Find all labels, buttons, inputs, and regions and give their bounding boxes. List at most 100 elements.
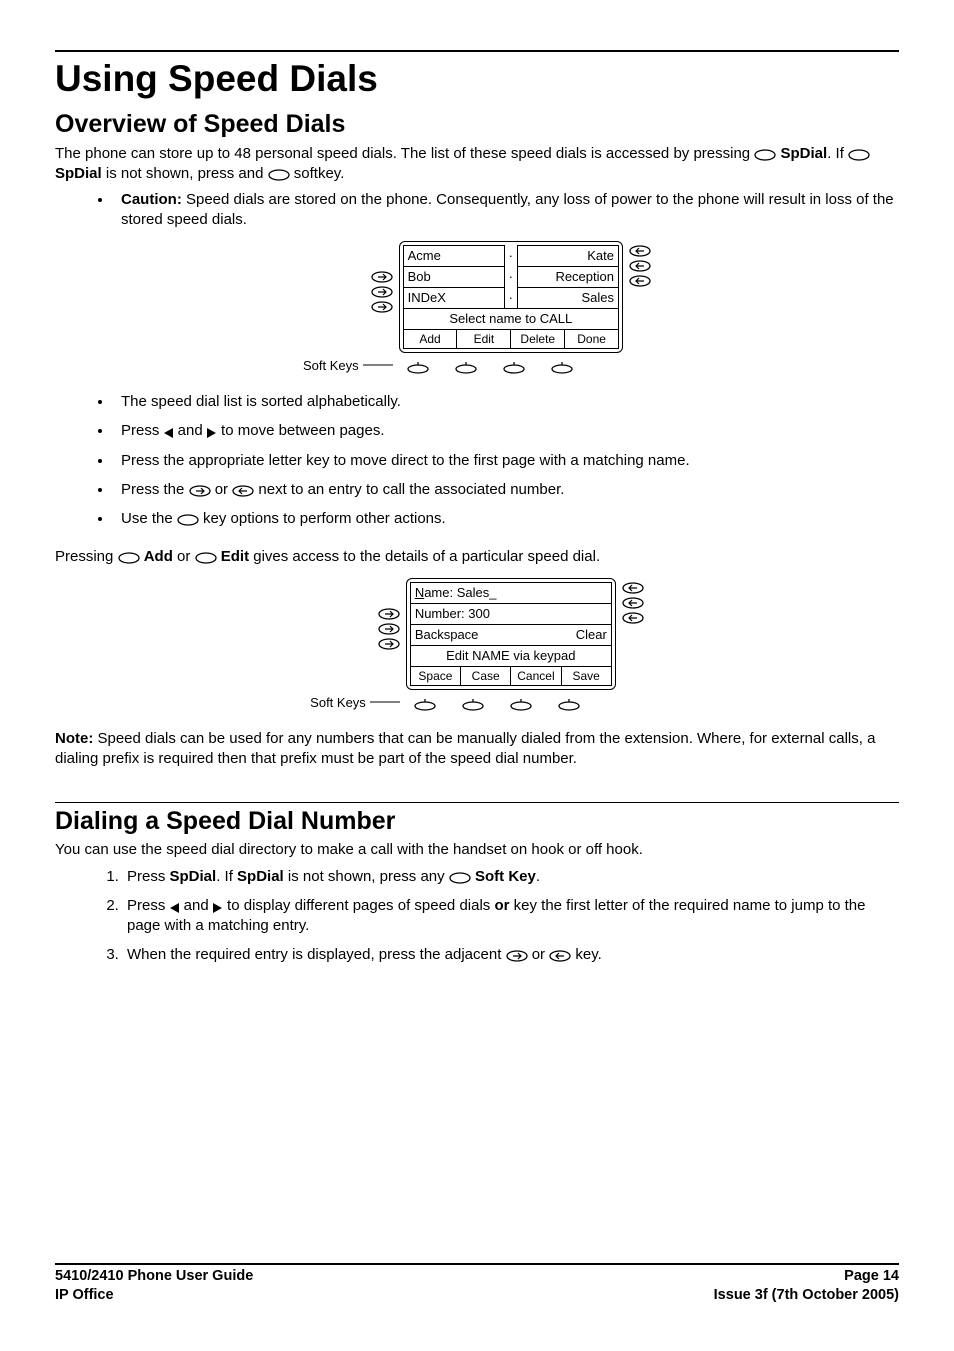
lcd-prompt: Select name to CALL (403, 308, 618, 329)
lcd-entry: Reception (517, 266, 618, 287)
footer-product-name: IP Office (55, 1286, 114, 1306)
footer-page-number: Page 14 (844, 1267, 899, 1287)
page-title: Using Speed Dials (55, 54, 899, 104)
pill-left-icon (629, 275, 651, 287)
footer-issue: Issue 3f (7th October 2005) (714, 1286, 899, 1306)
pill-oval-icon (177, 514, 199, 526)
spdial-label: SpDial (781, 145, 828, 162)
softkey-icon (510, 698, 532, 711)
caution-bullet: Caution: Speed dials are stored on the p… (113, 190, 899, 231)
lcd-softkey: Done (565, 330, 618, 348)
arrow-right-icon (213, 903, 223, 913)
pill-left-icon (629, 260, 651, 272)
pill-oval-icon (195, 552, 217, 564)
softkeys-label: Soft Keys (310, 694, 366, 712)
pill-left-icon (622, 612, 644, 624)
overview-bullet: Press and to move between pages. (113, 421, 899, 441)
softkey-icon (462, 698, 484, 711)
lcd-entry: Bob (403, 266, 504, 287)
pill-right-icon (378, 623, 400, 635)
text: gives access to the details of a particu… (249, 548, 600, 565)
pill-right-icon (189, 485, 211, 497)
page-footer: 5410/2410 Phone User Guide Page 14 IP Off… (55, 1263, 899, 1306)
intro-text: . If (827, 145, 848, 162)
lcd-softkey: Case (461, 667, 511, 685)
pill-right-icon (371, 271, 393, 283)
pill-oval-icon (118, 552, 140, 564)
lcd-entry: Sales (517, 287, 618, 308)
pill-left-icon (622, 582, 644, 594)
overview-bullet: Press the appropriate letter key to move… (113, 451, 899, 471)
softkeys-label: Soft Keys (303, 357, 359, 375)
softkey-icon (455, 361, 477, 374)
text: Pressing (55, 548, 118, 565)
note-label: Note: (55, 730, 93, 747)
arrow-left-icon (164, 428, 174, 438)
pill-right-icon (378, 608, 400, 620)
lcd-entry: Number: 300 (410, 603, 611, 624)
note-paragraph: Note: Speed dials can be used for any nu… (55, 729, 899, 770)
caution-label: Caution: (121, 191, 182, 208)
leader-line (370, 698, 400, 706)
pill-oval-icon (449, 872, 471, 884)
pill-right-icon (371, 286, 393, 298)
lcd-entry: Backspace (415, 626, 479, 644)
dialing-steps: Press SpDial. If SpDial is not shown, pr… (55, 867, 899, 966)
add-edit-intro: Pressing Add or Edit gives access to the… (55, 547, 899, 567)
lcd-softkey: Edit (457, 330, 511, 348)
arrow-right-icon (207, 428, 217, 438)
lcd-screen: Acme·Kate Bob·Reception INDeX·Sales Sele… (403, 245, 619, 349)
pill-oval-icon (268, 169, 290, 181)
dialing-step: Press and to display different pages of … (123, 896, 899, 937)
lcd-softkey: Cancel (511, 667, 561, 685)
intro-text: The phone can store up to 48 personal sp… (55, 145, 754, 162)
section-overview-heading: Overview of Speed Dials (55, 108, 899, 142)
lcd-screen: Name: Sales_ Number: 300 BackspaceClear … (410, 582, 612, 686)
footer-guide-name: 5410/2410 Phone User Guide (55, 1267, 253, 1287)
lcd-softkey: Space (411, 667, 461, 685)
edit-label: Edit (221, 548, 249, 565)
intro-text: is not shown, press and (102, 165, 268, 182)
overview-intro: The phone can store up to 48 personal sp… (55, 144, 899, 185)
speed-dial-list-diagram: Soft Keys Acme·Kate Bob·Reception INDeX·… (55, 241, 899, 374)
lcd-entry: Clear (576, 626, 607, 644)
softkey-icon (407, 361, 429, 374)
lcd-prompt: Edit NAME via keypad (410, 645, 611, 666)
leader-line (363, 361, 393, 369)
overview-bullet: Press the or next to an entry to call th… (113, 480, 899, 500)
pill-right-icon (371, 301, 393, 313)
caution-text: Speed dials are stored on the phone. Con… (121, 191, 894, 228)
add-label: Add (144, 548, 173, 565)
dialing-step: Press SpDial. If SpDial is not shown, pr… (123, 867, 899, 887)
lcd-entry: Acme (403, 245, 504, 266)
pill-left-icon (232, 485, 254, 497)
lcd-entry: INDeX (403, 287, 504, 308)
softkey-icon (503, 361, 525, 374)
softkey-icon (558, 698, 580, 711)
softkey-icon (551, 361, 573, 374)
arrow-left-icon (170, 903, 180, 913)
pill-right-icon (378, 638, 400, 650)
pill-right-icon (506, 950, 528, 962)
lcd-entry: Kate (517, 245, 618, 266)
overview-bullet: The speed dial list is sorted alphabetic… (113, 392, 899, 412)
pill-left-icon (629, 245, 651, 257)
section-dialing-heading: Dialing a Speed Dial Number (55, 802, 899, 839)
intro-text: softkey. (290, 165, 345, 182)
pill-oval-icon (754, 149, 776, 161)
spdial-label: SpDial (55, 165, 102, 182)
pill-left-icon (549, 950, 571, 962)
softkey-icon (414, 698, 436, 711)
lcd-softkey: Delete (511, 330, 565, 348)
overview-bullets: The speed dial list is sorted alphabetic… (55, 392, 899, 529)
top-rule (55, 50, 899, 52)
pill-oval-icon (848, 149, 870, 161)
note-text: Speed dials can be used for any numbers … (55, 730, 875, 767)
speed-dial-edit-diagram: Soft Keys Name: Sales_ Number: 300 Backs… (55, 578, 899, 711)
overview-bullet: Use the key options to perform other act… (113, 509, 899, 529)
lcd-softkey: Add (404, 330, 458, 348)
dialing-intro: You can use the speed dial directory to … (55, 840, 899, 860)
pill-left-icon (622, 597, 644, 609)
text: or (173, 548, 195, 565)
dialing-step: When the required entry is displayed, pr… (123, 945, 899, 965)
